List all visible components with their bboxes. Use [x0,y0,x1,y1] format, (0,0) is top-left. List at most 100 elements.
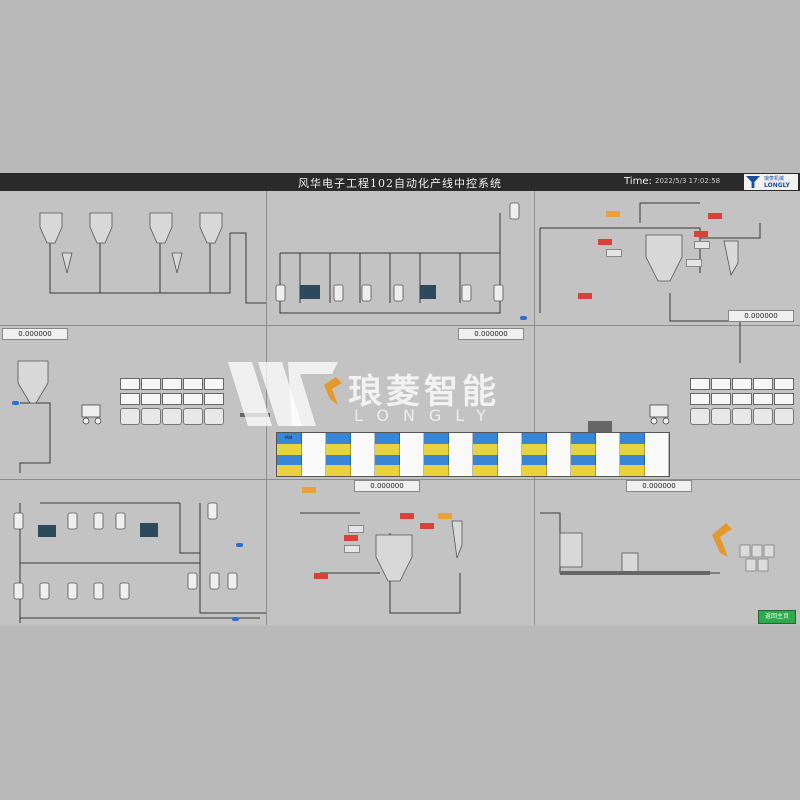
table-cell [375,465,400,476]
bag-slot[interactable] [120,378,140,390]
table-cell: Mid [277,433,302,444]
sack-slot[interactable] [753,408,773,425]
sack-slot[interactable] [711,408,731,425]
bag-slot[interactable] [711,393,731,405]
alarm-tag[interactable] [708,213,722,219]
table-cell [277,454,302,466]
bag-slot[interactable] [204,378,224,390]
table-row: Mid [277,433,669,444]
table-cell [350,465,375,476]
alarm-tag[interactable] [344,535,358,541]
table-cell [497,465,522,476]
table-cell [473,465,498,476]
alarm-tag[interactable] [314,573,328,579]
table-cell [595,443,620,455]
table-cell [301,454,326,466]
table-row [277,443,669,455]
table-row [277,454,669,466]
bag-slot[interactable] [774,393,794,405]
table-cell [399,465,424,476]
readout-mid-middle: 0.000000 [354,480,420,492]
flow-indicator [12,401,19,405]
table-cell [399,433,424,444]
bag-slot[interactable] [183,393,203,405]
bag-slot[interactable] [753,393,773,405]
table-cell [644,433,669,444]
return-home-button[interactable]: 返回主页 [758,610,796,624]
bag-slot[interactable] [753,378,773,390]
table-cell [375,454,400,466]
status-table: Mid [276,432,670,477]
table-cell [375,443,400,455]
bag-slot[interactable] [732,378,752,390]
status-tag[interactable] [344,545,360,553]
alarm-tag[interactable] [578,293,592,299]
table-cell [644,443,669,455]
table-cell [301,465,326,476]
sack-slot[interactable] [774,408,794,425]
sack-slot[interactable] [120,408,140,425]
table-cell [301,443,326,455]
sack-slot[interactable] [690,408,710,425]
alarm-tag[interactable] [598,239,612,245]
table-cell [620,454,645,466]
table-cell [620,465,645,476]
status-tag[interactable] [606,249,622,257]
table-cell [448,465,473,476]
bag-slot[interactable] [162,378,182,390]
alarm-tag[interactable] [400,513,414,519]
status-tag[interactable] [302,487,316,493]
table-cell [644,465,669,476]
table-cell [424,443,449,455]
table-row [277,465,669,476]
bag-grid-left [120,378,224,425]
table-cell [326,433,351,444]
bag-slot[interactable] [732,393,752,405]
bag-slot[interactable] [774,378,794,390]
table-cell [277,443,302,455]
readout-mid-right: 0.000000 [626,480,692,492]
table-cell [595,454,620,466]
table-cell [424,465,449,476]
table-cell [448,433,473,444]
alarm-tag[interactable] [420,523,434,529]
bag-slot[interactable] [204,393,224,405]
alarm-tag[interactable] [694,231,708,237]
status-tag[interactable] [348,525,364,533]
sack-slot[interactable] [183,408,203,425]
flow-indicator [520,316,527,320]
bag-slot[interactable] [690,378,710,390]
table-cell [620,443,645,455]
table-cell [522,443,547,455]
status-tag[interactable] [438,513,452,519]
table-cell [473,433,498,444]
table-cell [571,433,596,444]
readout-top-middle: 0.000000 [458,328,524,340]
status-tag[interactable] [686,259,702,267]
table-cell [497,454,522,466]
bag-slot[interactable] [141,378,161,390]
sack-slot[interactable] [204,408,224,425]
table-cell [571,443,596,455]
table-cell [277,465,302,476]
sack-slot[interactable] [732,408,752,425]
bag-slot[interactable] [711,378,731,390]
status-tag[interactable] [606,211,620,217]
table-cell [522,433,547,444]
sack-slot[interactable] [162,408,182,425]
table-cell [620,433,645,444]
bag-slot[interactable] [162,393,182,405]
bag-slot[interactable] [690,393,710,405]
table-cell [326,443,351,455]
bag-slot[interactable] [141,393,161,405]
bag-slot[interactable] [183,378,203,390]
table-cell [522,465,547,476]
table-cell [497,443,522,455]
table-cell [350,443,375,455]
sack-slot[interactable] [141,408,161,425]
readout-top-right: 0.000000 [728,310,794,322]
table-cell [595,433,620,444]
status-tag[interactable] [694,241,710,249]
table-cell [326,465,351,476]
bag-slot[interactable] [120,393,140,405]
